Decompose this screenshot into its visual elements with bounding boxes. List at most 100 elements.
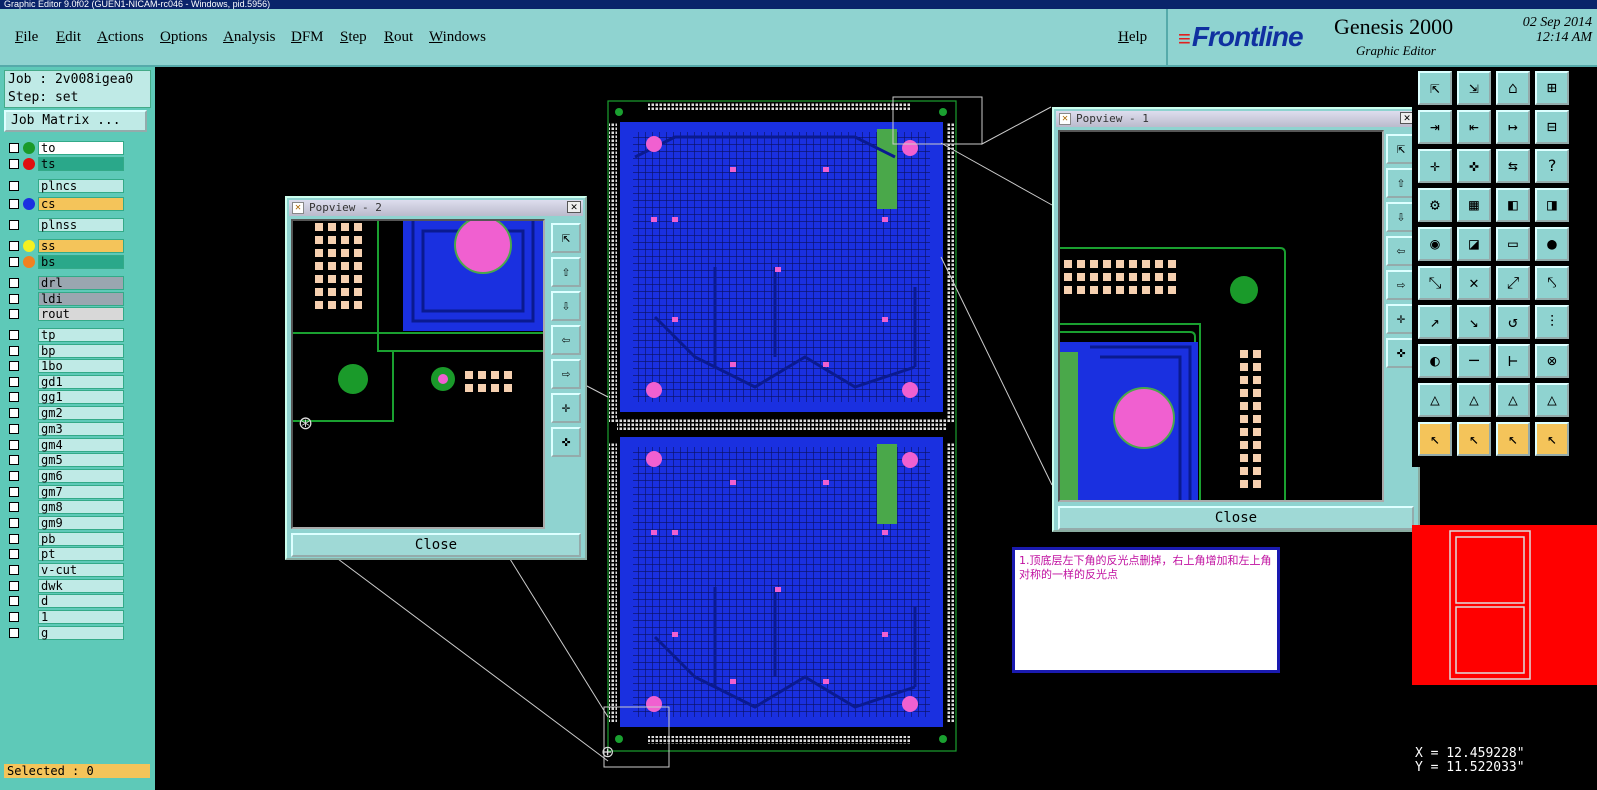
pv-export-icon[interactable]: ⇱ bbox=[551, 223, 581, 253]
menu-actions[interactable]: Actions bbox=[97, 29, 144, 46]
pv-left-icon[interactable]: ⇦ bbox=[551, 325, 581, 355]
layer-name[interactable]: v-cut bbox=[38, 563, 124, 577]
layer-name[interactable]: cs bbox=[38, 197, 124, 211]
menu-rout[interactable]: Rout bbox=[384, 29, 413, 46]
menu-file[interactable]: File bbox=[15, 29, 38, 46]
dot-icon[interactable]: ● bbox=[1535, 227, 1569, 261]
menu-edit[interactable]: Edit bbox=[56, 29, 81, 46]
rotate-icon[interactable]: ↺ bbox=[1496, 305, 1530, 339]
layer-row[interactable]: tp bbox=[6, 328, 124, 342]
layer-alt-icon[interactable]: ◨ bbox=[1535, 188, 1569, 222]
frame-icon[interactable]: ⊟ bbox=[1535, 110, 1569, 144]
popview-2-close-button[interactable]: Close bbox=[291, 533, 581, 557]
layer-row[interactable]: gm3 bbox=[6, 422, 124, 436]
zoom-icon[interactable]: ✛ bbox=[1418, 149, 1452, 183]
layer-row[interactable]: rout bbox=[6, 307, 124, 321]
layer-row[interactable]: ts bbox=[6, 157, 124, 171]
layer-checkbox[interactable] bbox=[9, 346, 19, 356]
layer-checkbox[interactable] bbox=[9, 278, 19, 288]
layer-name[interactable]: ldi bbox=[38, 292, 124, 306]
popview-1-close-button[interactable]: Close bbox=[1058, 506, 1414, 530]
layer-checkbox[interactable] bbox=[9, 487, 19, 497]
grid-icon[interactable]: ⊞ bbox=[1535, 71, 1569, 105]
stretch-icon[interactable]: ⤢ bbox=[1496, 266, 1530, 300]
layer-checkbox[interactable] bbox=[9, 309, 19, 319]
layer-checkbox[interactable] bbox=[9, 612, 19, 622]
menu-analysis[interactable]: Analysis bbox=[223, 29, 276, 46]
triangle-icon[interactable]: △ bbox=[1496, 383, 1530, 417]
pv-right-icon[interactable]: ⇨ bbox=[551, 359, 581, 389]
layer-row[interactable]: v-cut bbox=[6, 563, 124, 577]
layer-name[interactable]: plncs bbox=[38, 179, 124, 193]
line-up-icon[interactable]: ↗ bbox=[1418, 305, 1452, 339]
layer-name[interactable]: d bbox=[38, 594, 124, 608]
triangle-icon[interactable]: △ bbox=[1457, 383, 1491, 417]
layer-name[interactable]: tp bbox=[38, 328, 124, 342]
layer-name[interactable]: g bbox=[38, 626, 124, 640]
split-icon[interactable]: ⫶ bbox=[1535, 305, 1569, 339]
layer-name[interactable]: to bbox=[38, 141, 124, 155]
cross-icon[interactable]: ✕ bbox=[1457, 266, 1491, 300]
pull-icon[interactable]: ⇤ bbox=[1457, 110, 1491, 144]
pointer-icon[interactable]: ↖ bbox=[1535, 422, 1569, 456]
pointer-icon[interactable]: ↖ bbox=[1496, 422, 1530, 456]
layer-name[interactable]: rout bbox=[38, 307, 124, 321]
layer-name[interactable]: gm3 bbox=[38, 422, 124, 436]
layer-name[interactable]: gm6 bbox=[38, 469, 124, 483]
layer-checkbox[interactable] bbox=[9, 408, 19, 418]
layer-name[interactable]: gg1 bbox=[38, 390, 124, 404]
layer-row[interactable]: gm6 bbox=[6, 469, 124, 483]
menu-dfm[interactable]: DFM bbox=[291, 29, 324, 46]
layer-name[interactable]: drl bbox=[38, 276, 124, 290]
layer-name[interactable]: 1bo bbox=[38, 359, 124, 373]
layer-checkbox[interactable] bbox=[9, 361, 19, 371]
layer-checkbox[interactable] bbox=[9, 534, 19, 544]
layer-row[interactable]: cs bbox=[6, 197, 124, 211]
layer-checkbox[interactable] bbox=[9, 502, 19, 512]
home-icon[interactable]: ⇱ bbox=[1418, 71, 1452, 105]
layer-row[interactable]: pb bbox=[6, 532, 124, 546]
table-icon[interactable]: ▦ bbox=[1457, 188, 1491, 222]
layer-name[interactable]: 1 bbox=[38, 610, 124, 624]
layer-checkbox[interactable] bbox=[9, 392, 19, 402]
layer-name[interactable]: ts bbox=[38, 157, 124, 171]
shade-icon[interactable]: ◪ bbox=[1457, 227, 1491, 261]
layer-name[interactable]: bp bbox=[38, 344, 124, 358]
layer-checkbox[interactable] bbox=[9, 241, 19, 251]
align-icon[interactable]: ↦ bbox=[1496, 110, 1530, 144]
layer-row[interactable]: gg1 bbox=[6, 390, 124, 404]
layer-row[interactable]: gm8 bbox=[6, 500, 124, 514]
layer-name[interactable]: gd1 bbox=[38, 375, 124, 389]
layer-checkbox[interactable] bbox=[9, 143, 19, 153]
menu-help[interactable]: Help bbox=[1118, 29, 1147, 46]
layer-row[interactable]: to bbox=[6, 141, 124, 155]
layer-checkbox[interactable] bbox=[9, 294, 19, 304]
layer-name[interactable]: pt bbox=[38, 547, 124, 561]
layer-checkbox[interactable] bbox=[9, 159, 19, 169]
layer-row[interactable]: g bbox=[6, 626, 124, 640]
layer-row[interactable]: drl bbox=[6, 276, 124, 290]
pv-down-icon[interactable]: ⇩ bbox=[551, 291, 581, 321]
fit-icon[interactable]: ✜ bbox=[1457, 149, 1491, 183]
layer-row[interactable]: 1 bbox=[6, 610, 124, 624]
layer-row[interactable]: d bbox=[6, 594, 124, 608]
contour-icon[interactable]: ◐ bbox=[1418, 344, 1452, 378]
shrink-icon[interactable]: ⤣ bbox=[1535, 266, 1569, 300]
layer-row[interactable]: dwk bbox=[6, 579, 124, 593]
menu-options[interactable]: Options bbox=[160, 29, 208, 46]
layer-name[interactable]: dwk bbox=[38, 579, 124, 593]
layer-name[interactable]: gm5 bbox=[38, 453, 124, 467]
layer-checkbox[interactable] bbox=[9, 330, 19, 340]
resize-icon[interactable]: ⤡ bbox=[1418, 266, 1452, 300]
layer-checkbox[interactable] bbox=[9, 471, 19, 481]
layer-name[interactable]: bs bbox=[38, 255, 124, 269]
layer-checkbox[interactable] bbox=[9, 199, 19, 209]
help-icon[interactable]: ? bbox=[1535, 149, 1569, 183]
layer-checkbox[interactable] bbox=[9, 549, 19, 559]
line-down-icon[interactable]: ↘ bbox=[1457, 305, 1491, 339]
cross-circle-icon[interactable]: ⊗ bbox=[1535, 344, 1569, 378]
layer-checkbox[interactable] bbox=[9, 257, 19, 267]
layer-checkbox[interactable] bbox=[9, 220, 19, 230]
layer-row[interactable]: gm9 bbox=[6, 516, 124, 530]
layer-checkbox[interactable] bbox=[9, 518, 19, 528]
